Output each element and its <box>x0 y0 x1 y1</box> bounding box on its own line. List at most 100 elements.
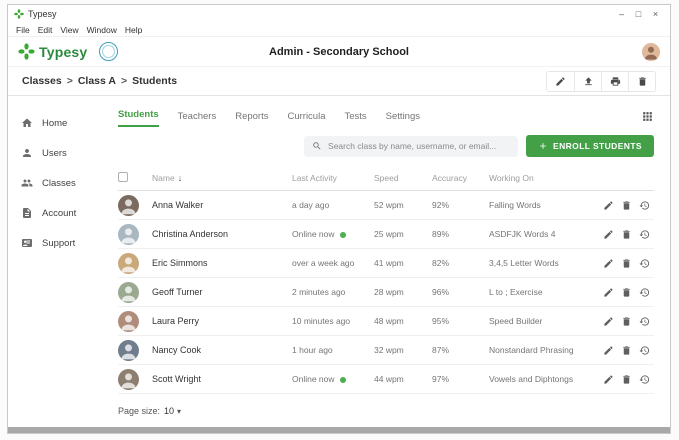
upload-button[interactable] <box>574 72 601 91</box>
edit-student-icon[interactable] <box>603 287 614 298</box>
edit-student-icon[interactable] <box>603 316 614 327</box>
avatar[interactable] <box>118 311 139 332</box>
student-name[interactable]: Geoff Turner <box>152 287 202 297</box>
tab-teachers[interactable]: Teachers <box>178 108 217 127</box>
history-icon[interactable] <box>639 345 650 356</box>
avatar[interactable] <box>118 224 139 245</box>
table-row[interactable]: Laura Perry 10 minutes ago 48 wpm 95% Sp… <box>118 307 654 336</box>
menu-view[interactable]: View <box>56 25 82 35</box>
menu-file[interactable]: File <box>12 25 34 35</box>
working-on-value: L to ; Exercise <box>489 287 543 297</box>
student-name[interactable]: Anna Walker <box>152 200 203 210</box>
avatar[interactable] <box>118 369 139 390</box>
sidebar-item-classes[interactable]: Classes <box>8 168 100 198</box>
breadcrumb-class-a[interactable]: Class A <box>78 75 116 87</box>
edit-student-icon[interactable] <box>603 345 614 356</box>
avatar[interactable] <box>118 340 139 361</box>
user-avatar[interactable] <box>642 43 660 61</box>
column-header-speed[interactable]: Speed <box>374 173 432 183</box>
history-icon[interactable] <box>639 287 650 298</box>
tab-curricula[interactable]: Curricula <box>287 108 325 127</box>
accuracy-value: 92% <box>432 200 449 210</box>
page-size-label: Page size: <box>118 406 160 416</box>
titlebar: Typesy – □ × <box>8 5 670 23</box>
column-header-accuracy[interactable]: Accuracy <box>432 173 489 183</box>
tab-students[interactable]: Students <box>118 106 159 127</box>
history-icon[interactable] <box>639 374 650 385</box>
column-header-last-activity[interactable]: Last Activity <box>292 173 374 183</box>
edit-class-button[interactable] <box>547 72 574 91</box>
plus-icon <box>538 141 548 151</box>
select-all-checkbox[interactable] <box>118 172 128 182</box>
breadcrumb-classes[interactable]: Classes <box>22 75 62 87</box>
grid-view-icon[interactable] <box>641 110 654 123</box>
table-row[interactable]: Eric Simmons over a week ago 41 wpm 82% … <box>118 249 654 278</box>
student-name[interactable]: Eric Simmons <box>152 258 208 268</box>
delete-student-icon[interactable] <box>621 200 632 211</box>
sidebar-item-users[interactable]: Users <box>8 138 100 168</box>
students-table: Name ↓ Last Activity Speed Accuracy Work… <box>118 166 654 394</box>
delete-student-icon[interactable] <box>621 229 632 240</box>
menu-window[interactable]: Window <box>83 25 121 35</box>
group-icon <box>21 177 33 189</box>
history-icon[interactable] <box>639 316 650 327</box>
delete-student-icon[interactable] <box>621 345 632 356</box>
class-action-toolbar <box>546 71 656 92</box>
online-dot <box>340 377 346 383</box>
delete-student-icon[interactable] <box>621 316 632 327</box>
enroll-students-button[interactable]: ENROLL STUDENTS <box>526 135 654 157</box>
speed-value: 48 wpm <box>374 316 404 326</box>
history-icon[interactable] <box>639 200 650 211</box>
last-activity: 1 hour ago <box>292 345 333 355</box>
student-name[interactable]: Scott Wright <box>152 374 201 384</box>
sidebar: Home Users Classes Account Support <box>8 96 100 427</box>
tab-settings[interactable]: Settings <box>386 108 420 127</box>
student-name[interactable]: Nancy Cook <box>152 345 201 355</box>
sort-desc-icon[interactable]: ↓ <box>178 173 183 183</box>
search-input[interactable] <box>328 141 510 151</box>
table-header: Name ↓ Last Activity Speed Accuracy Work… <box>118 166 654 191</box>
table-row[interactable]: Nancy Cook 1 hour ago 32 wpm 87% Nonstan… <box>118 336 654 365</box>
student-name[interactable]: Laura Perry <box>152 316 199 326</box>
breadcrumb-separator: > <box>67 75 73 87</box>
history-icon[interactable] <box>639 229 650 240</box>
edit-student-icon[interactable] <box>603 258 614 269</box>
speed-value: 32 wpm <box>374 345 404 355</box>
edit-student-icon[interactable] <box>603 229 614 240</box>
tab-tests[interactable]: Tests <box>344 108 366 127</box>
delete-student-icon[interactable] <box>621 258 632 269</box>
table-row[interactable]: Anna Walker a day ago 52 wpm 92% Falling… <box>118 191 654 220</box>
column-header-working-on[interactable]: Working On <box>489 173 592 183</box>
edit-student-icon[interactable] <box>603 200 614 211</box>
delete-class-button[interactable] <box>628 72 655 91</box>
edit-student-icon[interactable] <box>603 374 614 385</box>
sidebar-item-label: Classes <box>42 178 76 189</box>
search-row: ENROLL STUDENTS <box>118 135 654 157</box>
main-area: Home Users Classes Account Support S <box>8 96 670 427</box>
sidebar-item-support[interactable]: Support <box>8 228 100 258</box>
avatar[interactable] <box>118 282 139 303</box>
print-button[interactable] <box>601 72 628 91</box>
delete-student-icon[interactable] <box>621 374 632 385</box>
table-row[interactable]: Scott Wright Online now 44 wpm 97% Vowel… <box>118 365 654 394</box>
working-on-value: 3,4,5 Letter Words <box>489 258 559 268</box>
minimize-button[interactable]: – <box>613 5 630 23</box>
menu-edit[interactable]: Edit <box>34 25 57 35</box>
column-header-name[interactable]: Name ↓ <box>152 173 292 183</box>
table-row[interactable]: Geoff Turner 2 minutes ago 28 wpm 96% L … <box>118 278 654 307</box>
avatar[interactable] <box>118 253 139 274</box>
maximize-button[interactable]: □ <box>630 5 647 23</box>
avatar[interactable] <box>118 195 139 216</box>
menu-help[interactable]: Help <box>121 25 146 35</box>
sidebar-item-account[interactable]: Account <box>8 198 100 228</box>
tab-reports[interactable]: Reports <box>235 108 268 127</box>
window-edge <box>8 427 670 433</box>
close-button[interactable]: × <box>647 5 664 23</box>
table-row[interactable]: Christina Anderson Online now 25 wpm 89%… <box>118 220 654 249</box>
student-name[interactable]: Christina Anderson <box>152 229 228 239</box>
sidebar-item-home[interactable]: Home <box>8 108 100 138</box>
history-icon[interactable] <box>639 258 650 269</box>
search-icon <box>312 141 322 151</box>
page-size-select[interactable]: 10 ▾ <box>164 406 181 416</box>
delete-student-icon[interactable] <box>621 287 632 298</box>
